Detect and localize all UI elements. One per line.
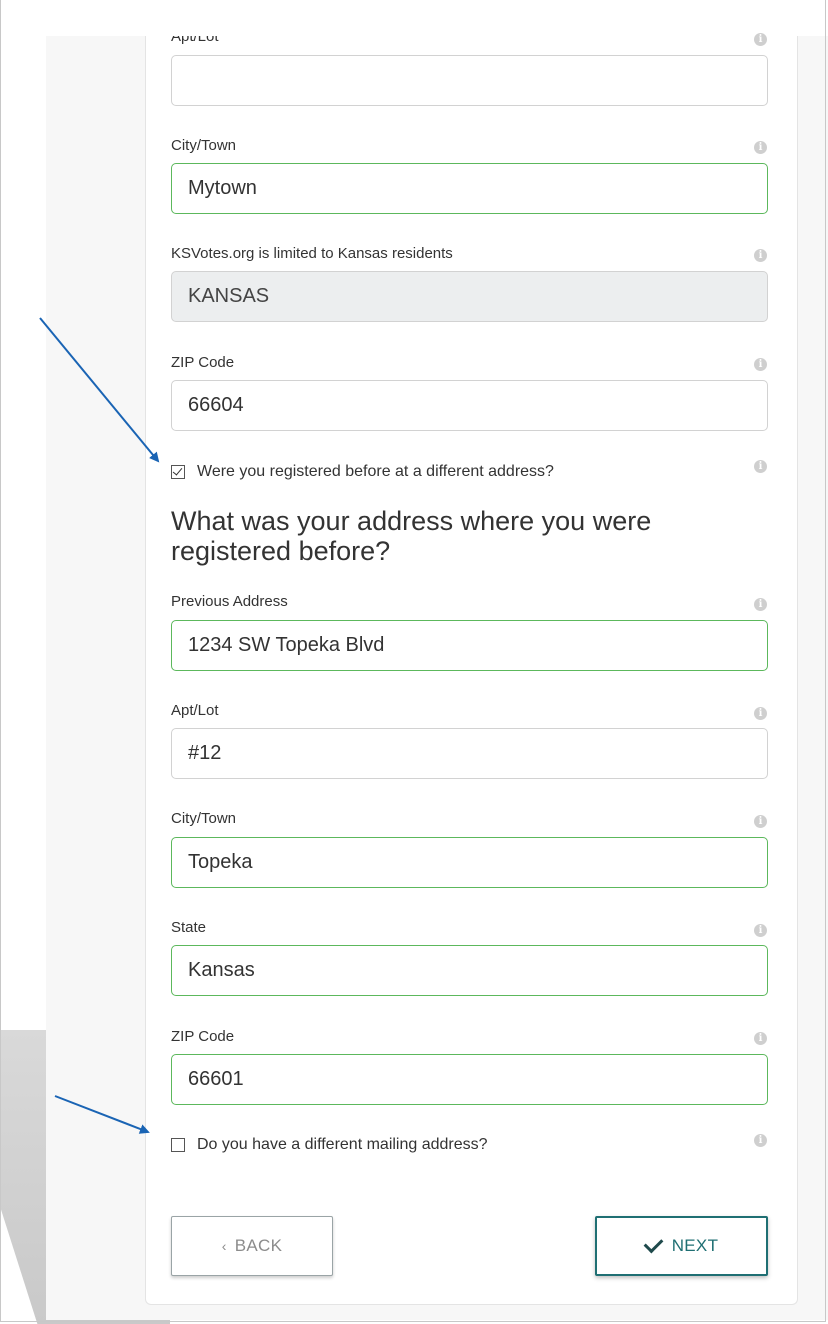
annotation-arrow-mailing (54, 1095, 150, 1134)
annotation-arrow-registered (39, 317, 160, 463)
annotation-arrows (39, 317, 160, 1134)
